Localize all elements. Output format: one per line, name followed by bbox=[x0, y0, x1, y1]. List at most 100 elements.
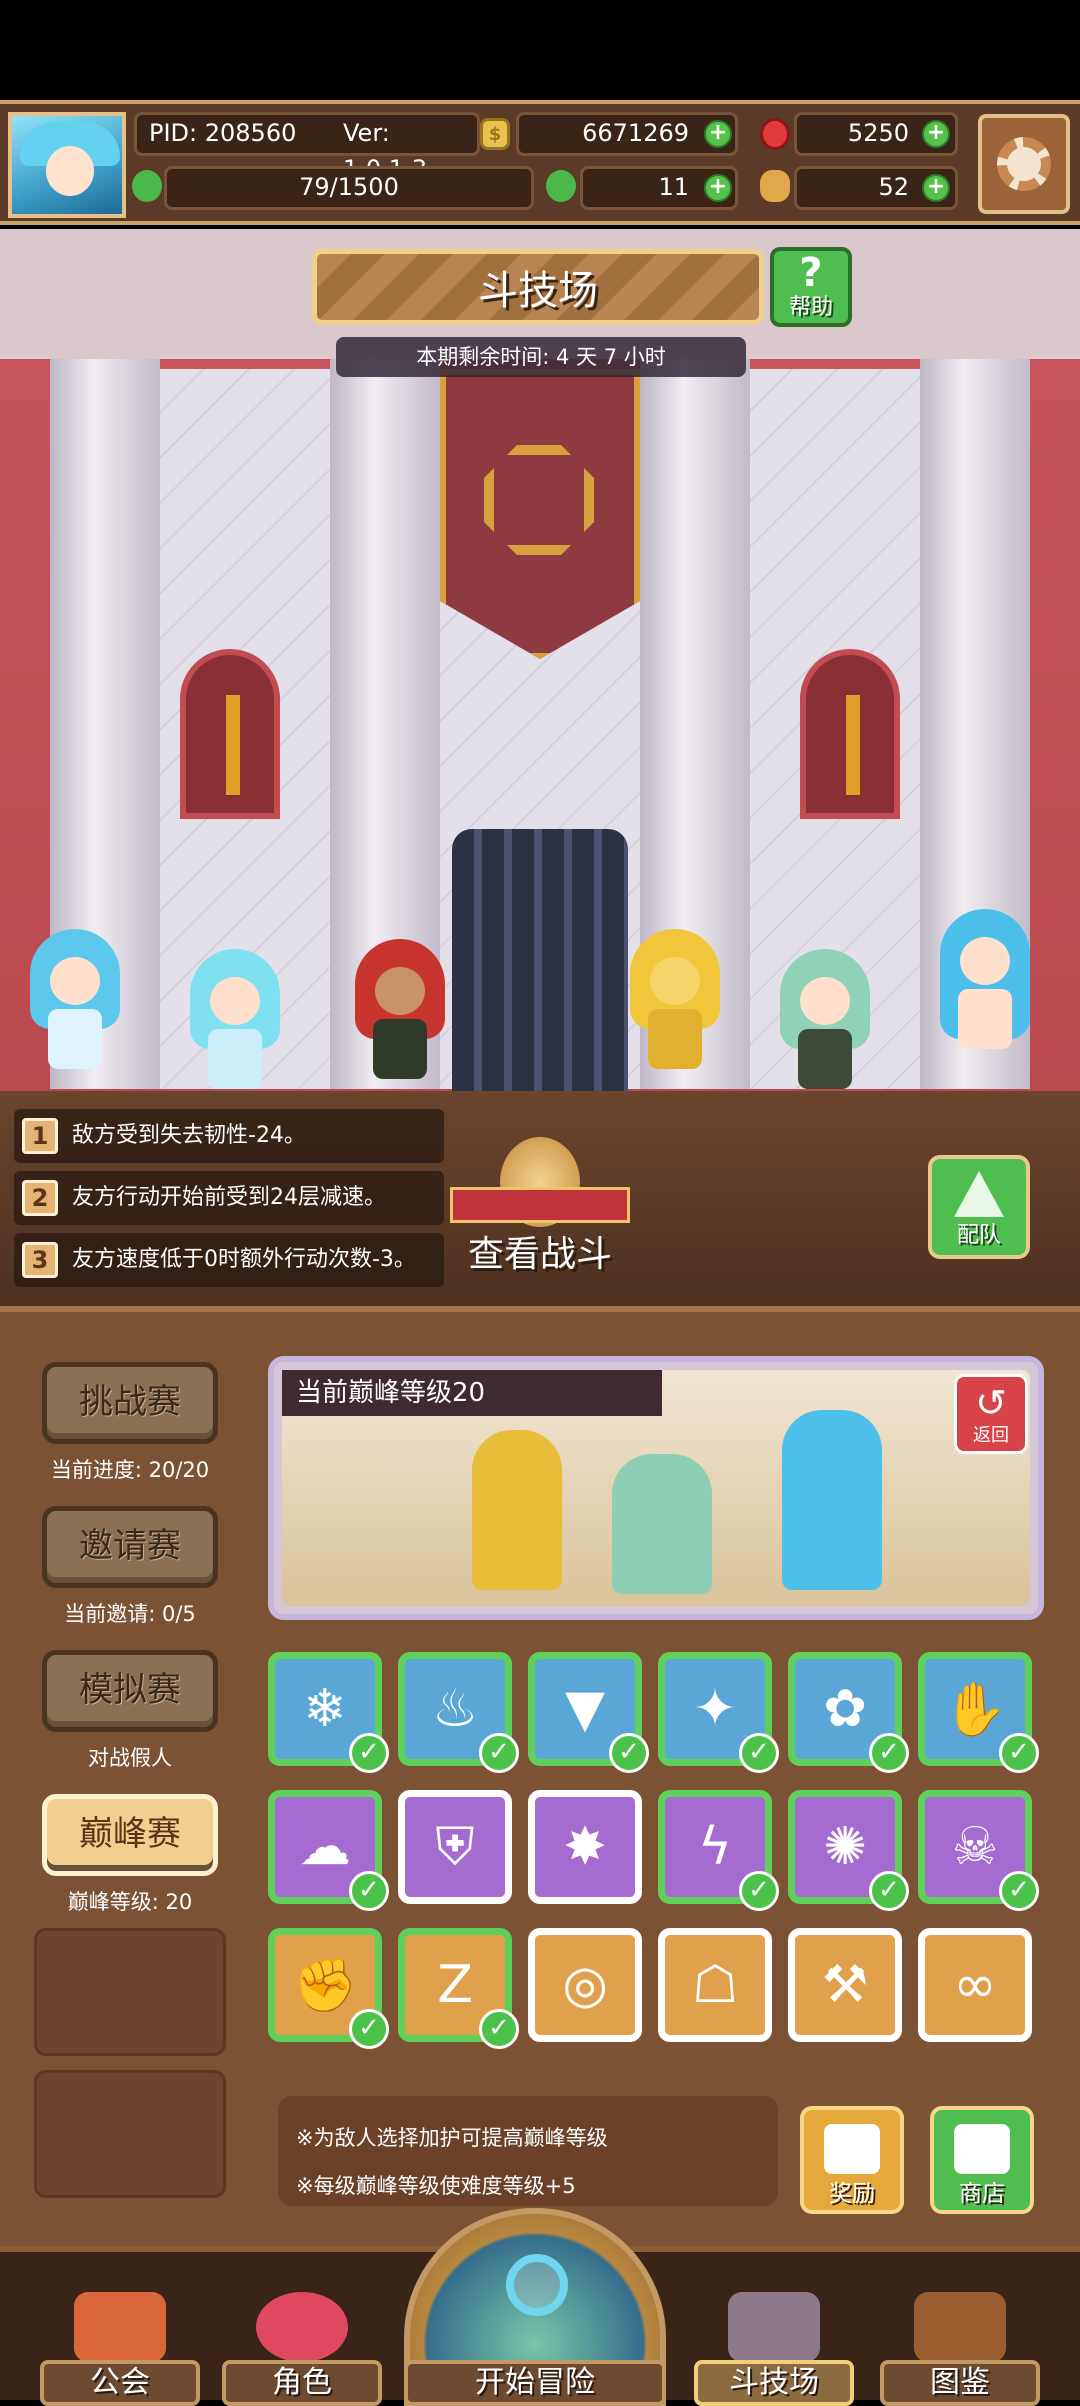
back-label: 返回 bbox=[973, 1425, 1009, 1446]
rule-1: 1 敌方受到失去韧性-24。 bbox=[14, 1109, 444, 1163]
mode-label: 巅峰赛 bbox=[79, 1814, 181, 1854]
season-timer: 本期剩余时间: 4 天 7 小时 bbox=[336, 337, 746, 377]
modifier-ghost[interactable]: ☖ bbox=[658, 1928, 772, 2042]
nav-character[interactable]: 角色 bbox=[222, 2252, 382, 2406]
modifier-lightning[interactable]: ϟ ✓ bbox=[658, 1790, 779, 1911]
clover-plus-button[interactable]: + bbox=[704, 174, 732, 202]
reward-button[interactable]: 奖励 bbox=[800, 2106, 904, 2214]
checkmark-icon: ✓ bbox=[479, 1733, 519, 1773]
battle-rules-strip: 1 敌方受到失去韧性-24。 2 友方行动开始前受到24层减速。 3 友方速度低… bbox=[0, 1091, 1080, 1306]
ally-hero-1[interactable] bbox=[20, 929, 130, 1069]
meat-plus-button[interactable]: + bbox=[922, 174, 950, 202]
rule-2: 2 友方行动开始前受到24层减速。 bbox=[14, 1171, 444, 1225]
lightning-icon: ϟ bbox=[697, 1817, 733, 1877]
bottom-nav: 公会 角色 开始冒险 斗技场 图鉴 bbox=[0, 2208, 1080, 2406]
back-button[interactable]: ↺ 返回 bbox=[954, 1374, 1028, 1454]
sword-emblem-icon bbox=[846, 695, 860, 795]
settings-button[interactable] bbox=[978, 114, 1070, 214]
rule-text: 友方速度低于0时额外行动次数-3。 bbox=[72, 1247, 416, 1272]
ally-hero-2[interactable] bbox=[180, 949, 290, 1089]
modifier-skull[interactable]: ☠ ✓ bbox=[918, 1790, 1039, 1911]
hero-body bbox=[373, 1019, 427, 1079]
modifier-tornado[interactable]: ▼ ✓ bbox=[528, 1652, 649, 1773]
enemy-hero-2[interactable] bbox=[770, 949, 880, 1089]
shop-button[interactable]: 商店 bbox=[930, 2106, 1034, 2214]
ally-hero-3[interactable] bbox=[345, 939, 455, 1079]
mode-label: 模拟赛 bbox=[79, 1670, 181, 1710]
empty-mode-slot bbox=[34, 2070, 226, 2198]
sleep-icon: Z bbox=[437, 1955, 473, 2015]
enemy-hero-3[interactable] bbox=[930, 909, 1040, 1069]
gem-plus-button[interactable]: + bbox=[922, 120, 950, 148]
checkmark-icon: ✓ bbox=[609, 1733, 649, 1773]
mode-tab-simulation[interactable]: 模拟赛 bbox=[42, 1650, 218, 1732]
modifier-wave[interactable]: ◎ bbox=[528, 1928, 642, 2042]
nav-guild[interactable]: 公会 bbox=[40, 2252, 200, 2406]
peak-level-label: 当前巅峰等级20 bbox=[282, 1370, 662, 1416]
nav-codex[interactable]: 图鉴 bbox=[880, 2252, 1040, 2406]
burst-icon: ✸ bbox=[563, 1817, 607, 1877]
pid-text: PID: 208560 bbox=[149, 119, 297, 147]
checkmark-icon: ✓ bbox=[999, 1733, 1039, 1773]
ruby-gem-icon bbox=[760, 118, 790, 150]
rule-text: 友方行动开始前受到24层减速。 bbox=[72, 1185, 386, 1210]
mode-sub-challenge: 当前进度: 20/20 bbox=[50, 1458, 210, 1482]
mushroom-cloud-icon: ☁ bbox=[299, 1817, 351, 1877]
modifier-sparkle[interactable]: ✦ ✓ bbox=[658, 1652, 779, 1773]
modifier-burst[interactable]: ✸ bbox=[528, 1790, 642, 1904]
modifier-claw[interactable]: ✋ ✓ bbox=[918, 1652, 1039, 1773]
modifier-infinity[interactable]: ∞ bbox=[918, 1928, 1032, 2042]
team-setup-button[interactable]: 配队 bbox=[928, 1155, 1030, 1259]
modifier-mushroom-cloud[interactable]: ☁ ✓ bbox=[268, 1790, 389, 1911]
gold-plus-button[interactable]: + bbox=[704, 120, 732, 148]
mode-tab-challenge[interactable]: 挑战赛 bbox=[42, 1362, 218, 1444]
rule-number: 3 bbox=[22, 1242, 58, 1278]
modifier-shield[interactable]: ⛨ bbox=[398, 1790, 512, 1904]
nav-label: 图鉴 bbox=[880, 2360, 1040, 2406]
crossed-swords-icon bbox=[728, 2292, 820, 2362]
chest-icon bbox=[824, 2124, 880, 2174]
peak-notes: ※为敌人选择加护可提高巅峰等级 ※每级巅峰等级使难度等级+5 bbox=[278, 2096, 778, 2206]
avatar-face bbox=[46, 146, 94, 196]
wall-niche-right bbox=[800, 649, 900, 819]
reward-label: 奖励 bbox=[829, 2181, 875, 2207]
checkmark-icon: ✓ bbox=[349, 1871, 389, 1911]
modifier-gear-circle[interactable]: ✺ ✓ bbox=[788, 1790, 909, 1911]
ribbon bbox=[450, 1187, 630, 1223]
modifier-axe[interactable]: ⚒ bbox=[788, 1928, 902, 2042]
view-battle-button[interactable]: 查看战斗 bbox=[450, 1127, 630, 1277]
player-avatar[interactable] bbox=[8, 112, 126, 218]
hero-body bbox=[648, 1009, 702, 1069]
checkmark-icon: ✓ bbox=[349, 2009, 389, 2049]
preview-enemy-3 bbox=[782, 1410, 882, 1590]
fire-icon: ♨ bbox=[431, 1679, 479, 1739]
tornado-icon: ▼ bbox=[565, 1679, 605, 1739]
hero-body bbox=[798, 1029, 852, 1089]
hero-face bbox=[960, 937, 1010, 985]
arena-banner bbox=[440, 369, 640, 659]
modifier-sleep[interactable]: Z ✓ bbox=[398, 1928, 519, 2049]
gear-icon bbox=[997, 137, 1051, 191]
status-bar bbox=[0, 0, 1080, 100]
mode-tab-peak[interactable]: 巅峰赛 bbox=[42, 1794, 218, 1876]
modifier-fire[interactable]: ♨ ✓ bbox=[398, 1652, 519, 1773]
team-pyramid-icon bbox=[954, 1171, 1004, 1217]
banner-emblem bbox=[484, 445, 594, 555]
arena-title: 斗技场 bbox=[478, 268, 598, 314]
modifier-fist[interactable]: ✊ ✓ bbox=[268, 1928, 389, 2049]
checkmark-icon: ✓ bbox=[739, 1733, 779, 1773]
hero-face bbox=[650, 957, 700, 1005]
mode-label: 邀请赛 bbox=[79, 1526, 181, 1566]
help-button[interactable]: ? 帮助 bbox=[770, 247, 852, 327]
nav-arena[interactable]: 斗技场 bbox=[694, 2252, 854, 2406]
arena-gate bbox=[452, 829, 628, 1091]
modifier-paw[interactable]: ✿ ✓ bbox=[788, 1652, 909, 1773]
arena-scene: 斗技场 ? 帮助 本期剩余时间: 4 天 7 小时 bbox=[0, 229, 1080, 1091]
enemy-hero-1[interactable] bbox=[620, 929, 730, 1069]
meat-amount: 52 bbox=[878, 173, 909, 201]
modifier-snowflake[interactable]: ❄ ✓ bbox=[268, 1652, 389, 1773]
view-battle-label: 查看战斗 bbox=[467, 1234, 612, 1275]
mode-tab-column: 挑战赛 当前进度: 20/20 邀请赛 当前邀请: 0/5 模拟赛 对战假人 巅… bbox=[30, 1352, 230, 2232]
nav-adventure[interactable]: 开始冒险 bbox=[404, 2252, 666, 2406]
mode-tab-invite[interactable]: 邀请赛 bbox=[42, 1506, 218, 1588]
